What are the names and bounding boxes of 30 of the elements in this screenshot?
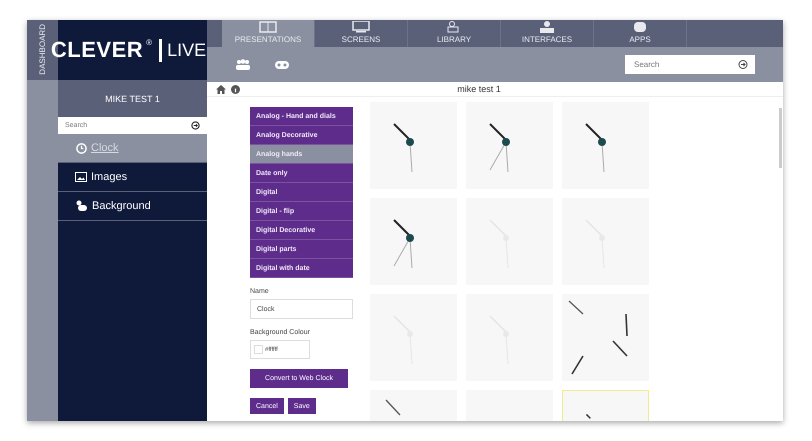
info-icon[interactable] — [231, 84, 240, 94]
shapes-icon — [75, 200, 88, 212]
clock-icon — [76, 142, 87, 154]
monitor-icon — [351, 21, 371, 33]
clock-tile[interactable] — [562, 102, 649, 189]
sidebar-title: MIKE TEST 1 — [58, 80, 207, 117]
clock-hands-drawing — [489, 123, 510, 172]
clock-hands-drawing — [585, 123, 606, 172]
clock-hands-drawing — [393, 219, 414, 268]
person-icon — [537, 21, 557, 33]
clock-tile[interactable] — [466, 294, 553, 381]
clock-tile[interactable] — [370, 198, 457, 285]
clock-hand-icon — [386, 400, 400, 416]
slides-icon — [258, 21, 278, 33]
clock-hands-drawing — [393, 123, 414, 172]
search-field[interactable]: Search — [625, 55, 734, 74]
clock-tile[interactable] — [562, 294, 649, 381]
page-title: mike test 1 — [456, 84, 502, 94]
mask-icon[interactable] — [275, 60, 289, 68]
clock-hand-icon — [586, 414, 591, 419]
users-icon[interactable] — [235, 59, 251, 70]
clock-tile[interactable] — [370, 294, 457, 381]
clock-tile[interactable] — [370, 102, 457, 189]
logo-text: CLEVER — [50, 37, 144, 63]
clock-tile[interactable] — [466, 102, 553, 189]
home-icon[interactable] — [216, 84, 226, 94]
clock-tile[interactable] — [466, 198, 553, 285]
image-icon — [75, 172, 87, 182]
registered-mark: ® — [146, 38, 152, 47]
clock-tile[interactable] — [562, 198, 649, 285]
